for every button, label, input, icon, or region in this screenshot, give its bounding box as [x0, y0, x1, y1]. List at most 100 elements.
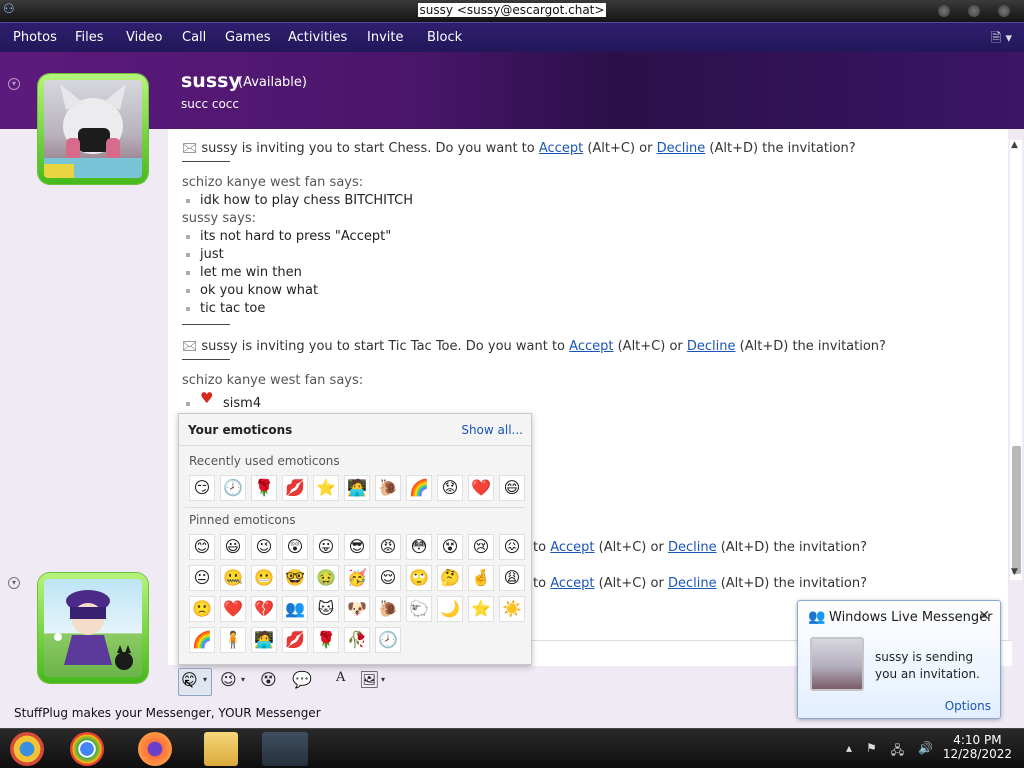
- emoticon-icon[interactable]: 🙁: [189, 596, 215, 622]
- emoticon-icon[interactable]: 💋: [282, 475, 308, 501]
- firefox-icon[interactable]: [138, 732, 172, 766]
- emoticon-icon[interactable]: 🌈: [406, 475, 432, 501]
- scroll-up-icon[interactable]: ▲: [1011, 140, 1018, 150]
- emoticon-icon[interactable]: 👥: [282, 596, 308, 622]
- accept-link[interactable]: Accept: [550, 576, 594, 591]
- emoticon-icon[interactable]: 🐌: [375, 596, 401, 622]
- menu-call[interactable]: Call: [182, 30, 206, 45]
- nudge-icon[interactable]: 😵: [260, 670, 277, 689]
- emoticon-icon[interactable]: 😉: [251, 534, 277, 560]
- menu-activities[interactable]: Activities: [288, 30, 347, 45]
- emoticon-dropdown-icon[interactable]: ▾: [203, 675, 207, 684]
- emoticon-icon[interactable]: 🤞: [468, 565, 494, 591]
- menu-block[interactable]: Block: [427, 30, 462, 45]
- emoticon-icon[interactable]: 🤓: [282, 565, 308, 591]
- flag-icon[interactable]: ⚑: [866, 741, 877, 762]
- collapse-contact-icon[interactable]: ▾: [8, 78, 20, 90]
- network-icon[interactable]: 🖧: [891, 741, 904, 762]
- show-all-emoticons-link[interactable]: Show all...: [461, 423, 523, 437]
- emoticon-icon[interactable]: 😬: [251, 565, 277, 591]
- emoticon-icon[interactable]: 😏: [189, 475, 215, 501]
- emoticon-icon[interactable]: ⭐: [313, 475, 339, 501]
- emoticon-icon[interactable]: 🕗: [375, 627, 401, 653]
- background-icon[interactable]: 🖼: [359, 670, 379, 689]
- emoticon-icon[interactable]: 😛: [313, 534, 339, 560]
- emoticon-icon[interactable]: 😲: [282, 534, 308, 560]
- notification-toast[interactable]: 👥 Windows Live Messenger ✕ sussy is send…: [797, 600, 1001, 719]
- emoticon-icon[interactable]: 😐: [189, 565, 215, 591]
- emoticon-icon[interactable]: 🐱: [313, 596, 339, 622]
- emoticon-icon[interactable]: 😄: [499, 475, 525, 501]
- toast-options-link[interactable]: Options: [945, 699, 991, 713]
- voice-clip-icon[interactable]: 💬: [292, 670, 312, 689]
- chrome-icon[interactable]: [70, 732, 104, 766]
- accept-chess-link[interactable]: Accept: [539, 141, 583, 156]
- emoticon-icon[interactable]: 😢: [468, 534, 494, 560]
- emoticon-icon[interactable]: 🌙: [437, 596, 463, 622]
- accept-link[interactable]: Accept: [550, 540, 594, 555]
- emoticon-icon[interactable]: 🧍: [220, 627, 246, 653]
- emoticon-icon[interactable]: 🕗: [220, 475, 246, 501]
- emoticon-icon[interactable]: 😊: [189, 534, 215, 560]
- decline-link[interactable]: Decline: [668, 540, 717, 555]
- decline-tictactoe-link[interactable]: Decline: [687, 339, 736, 354]
- menu-games[interactable]: Games: [225, 30, 270, 45]
- emoticon-icon[interactable]: 🤔: [437, 565, 463, 591]
- chromium-icon[interactable]: [10, 732, 44, 766]
- emoticon-icon[interactable]: 🤢: [313, 565, 339, 591]
- emoticon-icon[interactable]: 🙄: [406, 565, 432, 591]
- emoticon-icon[interactable]: ☀️: [499, 596, 525, 622]
- emoticon-icon[interactable]: ❤️: [468, 475, 494, 501]
- emoticon-icon[interactable]: 😖: [499, 534, 525, 560]
- emoticon-icon[interactable]: 😳: [406, 534, 432, 560]
- background-dropdown-icon[interactable]: ▾: [381, 675, 385, 684]
- font-icon[interactable]: A: [336, 670, 345, 685]
- accept-tictactoe-link[interactable]: Accept: [569, 339, 613, 354]
- emoticon-icon[interactable]: 🌹: [313, 627, 339, 653]
- menu-video[interactable]: Video: [126, 30, 162, 45]
- emoticon-icon[interactable]: 😡: [375, 534, 401, 560]
- show-hidden-icons-icon[interactable]: ▴: [846, 741, 852, 762]
- wink-icon[interactable]: 😉: [220, 670, 237, 689]
- collapse-self-icon[interactable]: ▾: [8, 577, 20, 589]
- emoticon-icon[interactable]: 😩: [499, 565, 525, 591]
- emoticon-icon[interactable]: 🌹: [251, 475, 277, 501]
- toast-close-button[interactable]: ✕: [978, 608, 990, 624]
- close-button[interactable]: [998, 5, 1010, 17]
- emoticon-icon[interactable]: 🧑‍💻: [251, 627, 277, 653]
- file-explorer-icon[interactable]: [204, 732, 238, 766]
- emoticon-icon[interactable]: 🤐: [220, 565, 246, 591]
- menu-files[interactable]: Files: [75, 30, 104, 45]
- emoticon-icon[interactable]: 😎: [344, 534, 370, 560]
- scroll-down-icon[interactable]: ▼: [1011, 567, 1018, 577]
- minimize-button[interactable]: [938, 5, 950, 17]
- clock[interactable]: 4:10 PM 12/28/2022: [943, 733, 1012, 761]
- menu-invite[interactable]: Invite: [367, 30, 403, 45]
- messenger-taskbar-icon[interactable]: [262, 732, 308, 766]
- stuffplug-ad-text[interactable]: StuffPlug makes your Messenger, YOUR Mes…: [14, 706, 321, 720]
- emoticon-icon[interactable]: 🐑: [406, 596, 432, 622]
- emoticon-icon[interactable]: 😌: [375, 565, 401, 591]
- menu-photos[interactable]: Photos: [13, 30, 57, 45]
- contact-avatar[interactable]: [38, 74, 148, 184]
- emoticon-icon[interactable]: 🐌: [375, 475, 401, 501]
- show-menu-icon[interactable]: 🗎 ▾: [991, 29, 1012, 51]
- emoticon-icon[interactable]: ❤️: [220, 596, 246, 622]
- emoticon-icon[interactable]: 🐶: [344, 596, 370, 622]
- my-avatar[interactable]: [38, 573, 148, 683]
- emoticon-icon[interactable]: 💋: [282, 627, 308, 653]
- emoticon-icon[interactable]: 💔: [251, 596, 277, 622]
- decline-chess-link[interactable]: Decline: [657, 141, 706, 156]
- scroll-thumb[interactable]: [1012, 446, 1021, 574]
- conversation-scrollbar[interactable]: ▲ ▼: [1010, 140, 1022, 580]
- wink-dropdown-icon[interactable]: ▾: [241, 675, 245, 684]
- emoticon-icon[interactable]: 🥳: [344, 565, 370, 591]
- decline-link[interactable]: Decline: [668, 576, 717, 591]
- maximize-button[interactable]: [968, 5, 980, 17]
- volume-icon[interactable]: 🔊: [918, 741, 933, 762]
- emoticon-icon[interactable]: 🥀: [344, 627, 370, 653]
- emoticon-icon[interactable]: ⭐: [468, 596, 494, 622]
- emoticon-icon[interactable]: 😵: [437, 534, 463, 560]
- emoticon-icon[interactable]: 🧑‍💻: [344, 475, 370, 501]
- emoticon-icon[interactable]: 😟: [437, 475, 463, 501]
